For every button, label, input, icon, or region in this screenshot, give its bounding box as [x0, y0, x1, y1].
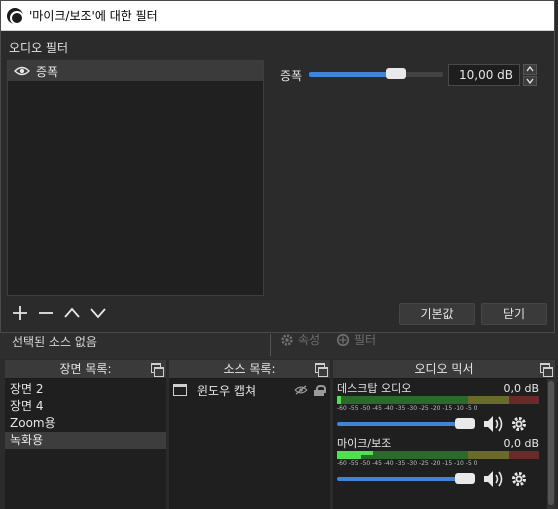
gear-icon — [281, 333, 293, 346]
scene-item[interactable]: 장면 2 — [5, 381, 166, 398]
scenes-dock-title: 장면 목록: — [59, 362, 112, 376]
move-up-icon[interactable] — [63, 304, 81, 322]
scenes-dock-header: 장면 목록: — [5, 360, 166, 379]
volume-meter — [337, 451, 539, 459]
close-button[interactable]: 닫기 — [481, 303, 547, 325]
filters-label: 필터 — [354, 333, 377, 347]
dialog-titlebar: '마이크/보조'에 대한 필터 — [1, 1, 554, 31]
gain-slider[interactable] — [309, 68, 443, 79]
undock-icon[interactable] — [315, 363, 328, 377]
mixer-scrollbar[interactable] — [547, 379, 555, 509]
sources-dock-title: 소스 목록: — [223, 362, 276, 376]
meter-ticks: -60 -55 -50 -45 -40 -35 -30 -25 -20 -15 … — [337, 405, 478, 412]
gain-label: 증폭 — [280, 69, 303, 83]
channel-level: 0,0 dB — [503, 382, 539, 395]
volume-slider[interactable] — [337, 473, 475, 484]
mixer-channel-desktop: 데스크탑 오디오 0,0 dB -60 -55 -50 -45 -40 -35 … — [333, 381, 555, 436]
scenes-dock: 장면 목록: 장면 2 장면 4 Zoom용 녹화용 — [5, 360, 166, 509]
gain-value-field[interactable]: 10,00 dB — [448, 64, 520, 86]
filter-icon — [336, 333, 350, 346]
filter-list-buttons — [11, 304, 107, 322]
source-item-label: 윈도우 캡쳐 — [197, 383, 257, 398]
obs-logo-icon — [7, 7, 24, 25]
volume-slider-handle[interactable] — [455, 473, 475, 484]
scene-item-selected[interactable]: 녹화용 — [5, 432, 166, 449]
source-item[interactable]: 윈도우 캡쳐 — [169, 381, 330, 399]
spin-down-icon[interactable] — [523, 75, 537, 86]
filter-item[interactable]: 증폭 — [8, 61, 263, 81]
mixer-channels: 데스크탑 오디오 0,0 dB -60 -55 -50 -45 -40 -35 … — [333, 379, 555, 491]
sources-dock-header: 소스 목록: — [169, 360, 330, 379]
defaults-button[interactable]: 기본값 — [399, 303, 475, 325]
move-down-icon[interactable] — [89, 304, 107, 322]
spin-arrows — [523, 64, 537, 86]
audio-filters-label: 오디오 필터 — [9, 41, 69, 55]
audio-mixer-dock: 오디오 믹서 데스크탑 오디오 0,0 dB -60 -55 -50 -45 -… — [333, 360, 555, 509]
eye-hidden-icon[interactable] — [294, 385, 308, 395]
window-capture-icon — [173, 384, 187, 396]
mixer-dock-header: 오디오 믹서 — [333, 360, 555, 379]
volume-meter — [337, 396, 539, 404]
filter-list: 증폭 — [7, 60, 264, 296]
channel-level: 0,0 dB — [503, 437, 539, 450]
add-icon[interactable] — [11, 304, 29, 322]
undock-icon[interactable] — [151, 363, 164, 377]
remove-icon[interactable] — [37, 304, 55, 322]
speaker-icon[interactable] — [483, 470, 505, 488]
scene-item[interactable]: 장면 4 — [5, 398, 166, 415]
spin-up-icon[interactable] — [523, 64, 537, 75]
source-list: 윈도우 캡쳐 — [169, 379, 330, 399]
lock-icon[interactable] — [314, 384, 326, 396]
properties-button[interactable]: 속성 — [280, 331, 320, 348]
sources-dock: 소스 목록: 윈도우 캡쳐 — [169, 360, 330, 509]
mixer-channel-mic: 마이크/보조 0,0 dB -60 -55 -50 -45 -40 -35 -3… — [333, 436, 555, 491]
channel-name: 데스크탑 오디오 — [337, 382, 412, 395]
filters-button[interactable]: 필터 — [336, 331, 376, 348]
obs-window: 선택된 소스 없음 속성 필터 장면 목록: 장면 2 장면 4 Zoom용 녹… — [0, 0, 558, 509]
no-source-selected-label: 선택된 소스 없음 — [12, 335, 97, 349]
properties-label: 속성 — [298, 333, 321, 347]
volume-slider[interactable] — [337, 418, 475, 429]
meter-ticks: -60 -55 -50 -45 -40 -35 -30 -25 -20 -15 … — [337, 460, 478, 467]
dialog-title: '마이크/보조'에 대한 필터 — [29, 9, 158, 23]
undock-icon[interactable] — [540, 363, 553, 377]
gear-icon[interactable] — [511, 416, 527, 432]
speaker-icon[interactable] — [483, 415, 505, 433]
volume-slider-handle[interactable] — [455, 418, 475, 429]
mixer-dock-title: 오디오 믹서 — [414, 362, 474, 376]
toolbar-separator — [270, 334, 271, 356]
filter-item-label: 증폭 — [36, 64, 59, 79]
gain-spinbox: 10,00 dB — [448, 64, 538, 86]
scene-item[interactable]: Zoom용 — [5, 415, 166, 432]
scene-list: 장면 2 장면 4 Zoom용 녹화용 — [5, 379, 166, 449]
eye-icon[interactable] — [14, 66, 30, 76]
gear-icon[interactable] — [511, 471, 527, 487]
gain-slider-handle[interactable] — [386, 68, 407, 79]
channel-name: 마이크/보조 — [337, 437, 392, 450]
gain-slider-fill — [309, 72, 397, 77]
filters-dialog: '마이크/보조'에 대한 필터 오디오 필터 증폭 증폭 10,00 dB 기본… — [0, 0, 555, 333]
